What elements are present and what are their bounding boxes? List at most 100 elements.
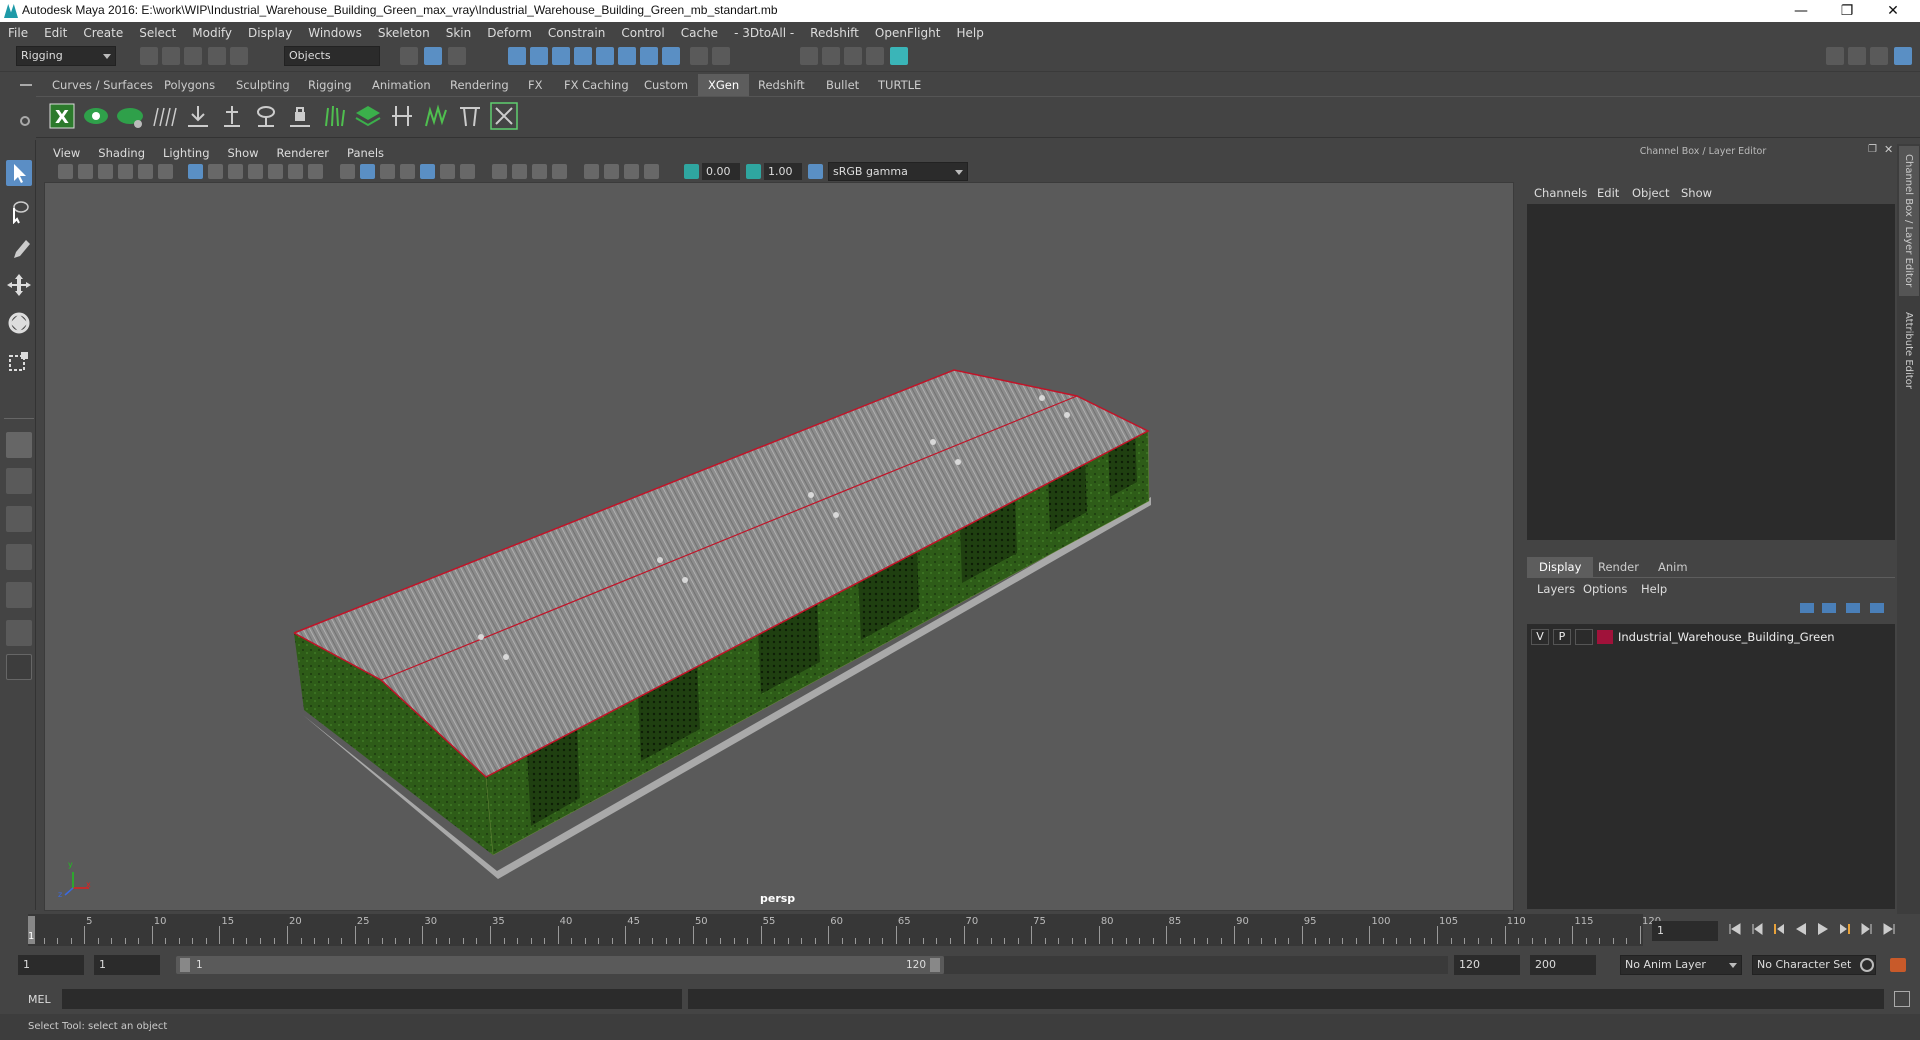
go-to-end-icon[interactable]: [1882, 922, 1896, 936]
gamma-field[interactable]: 1.00: [764, 163, 802, 180]
wireframe-icon[interactable]: [340, 164, 355, 179]
select-hierarchy-icon[interactable]: [400, 47, 418, 65]
symmetry-icon[interactable]: [640, 47, 658, 65]
viewport-menu-view[interactable]: View: [44, 144, 89, 162]
step-back-key-icon[interactable]: [1772, 922, 1786, 936]
grease-pencil-icon[interactable]: [158, 164, 173, 179]
modeling-toolkit-icon[interactable]: [1826, 47, 1844, 65]
menu-skeleton[interactable]: Skeleton: [370, 22, 438, 44]
snap-surface-icon[interactable]: [596, 47, 614, 65]
play-backwards-icon[interactable]: [1794, 922, 1808, 936]
shelf-tab-rendering[interactable]: Rendering: [440, 74, 519, 96]
menu-skin[interactable]: Skin: [438, 22, 480, 44]
minimize-button[interactable]: —: [1778, 0, 1824, 22]
menu-help[interactable]: Help: [948, 22, 991, 44]
lasso-tool-icon[interactable]: [6, 198, 32, 225]
menu-deform[interactable]: Deform: [479, 22, 540, 44]
selection-mode-select[interactable]: Objects: [284, 46, 380, 66]
menu-control[interactable]: Control: [613, 22, 672, 44]
safe-title-icon[interactable]: [308, 164, 323, 179]
channel-list[interactable]: [1527, 204, 1895, 540]
move-tool-icon[interactable]: [6, 272, 32, 298]
rotate-tool-icon[interactable]: [6, 310, 32, 336]
shelf-tab-fx-caching[interactable]: FX Caching: [554, 74, 639, 96]
shelf-tab-curves-surfaces[interactable]: Curves / Surfaces: [42, 74, 163, 96]
snap-grid-icon[interactable]: [508, 47, 526, 65]
exposure-icon[interactable]: [684, 164, 699, 179]
xgen-layers-icon[interactable]: [354, 102, 382, 130]
gamma-icon[interactable]: [746, 164, 761, 179]
shelf-tab-redshift[interactable]: Redshift: [748, 74, 815, 96]
wireframe-on-shaded-icon[interactable]: [380, 164, 395, 179]
xgen-cut-guide-icon[interactable]: [388, 102, 416, 130]
move-layer-up-icon[interactable]: [1800, 603, 1814, 613]
shelf-tab-bullet[interactable]: Bullet: [816, 74, 869, 96]
undo-icon[interactable]: [208, 47, 226, 65]
snap-live-icon[interactable]: [618, 47, 636, 65]
menu-file[interactable]: File: [0, 22, 36, 44]
resolution-gate-icon[interactable]: [228, 164, 243, 179]
play-forwards-icon[interactable]: [1816, 922, 1830, 936]
render-view-icon[interactable]: [800, 47, 818, 65]
screen-space-ao-icon[interactable]: [460, 164, 475, 179]
shelf-tab-fx[interactable]: FX: [518, 74, 553, 96]
xray-icon[interactable]: [584, 164, 599, 179]
menu-3dtoall[interactable]: - 3DtoAll -: [726, 22, 802, 44]
layer-visibility-toggle[interactable]: V: [1531, 629, 1549, 645]
ipr-render-icon[interactable]: [844, 47, 862, 65]
open-scene-icon[interactable]: [162, 47, 180, 65]
step-forward-frame-icon[interactable]: [1860, 922, 1874, 936]
playback-start-field[interactable]: 1: [94, 955, 160, 975]
xgen-guide-visibility-icon[interactable]: [252, 102, 280, 130]
film-gate-icon[interactable]: [208, 164, 223, 179]
menu-windows[interactable]: Windows: [300, 22, 370, 44]
select-component-icon[interactable]: [448, 47, 466, 65]
safe-action-icon[interactable]: [288, 164, 303, 179]
textured-icon[interactable]: [400, 164, 415, 179]
layer-row[interactable]: V P Industrial_Warehouse_Building_Green: [1531, 627, 1891, 647]
animation-preferences-icon[interactable]: [1890, 958, 1906, 972]
snap-view-icon[interactable]: [574, 47, 592, 65]
tab-display[interactable]: Display: [1527, 557, 1594, 577]
xgen-guide-length-icon[interactable]: [218, 102, 246, 130]
close-panel-icon[interactable]: ✕: [1884, 143, 1893, 156]
animation-end-field[interactable]: 200: [1530, 955, 1596, 975]
layer-menu-options[interactable]: Options: [1583, 582, 1627, 596]
persp-graph-layout-icon[interactable]: [6, 544, 32, 570]
soft-select-icon[interactable]: [662, 47, 680, 65]
viewport-menu-panels[interactable]: Panels: [338, 144, 393, 162]
history-icon[interactable]: [712, 47, 730, 65]
new-scene-icon[interactable]: [140, 47, 158, 65]
snap-point-icon[interactable]: [552, 47, 570, 65]
menu-modify[interactable]: Modify: [184, 22, 240, 44]
viewport-menu-show[interactable]: Show: [219, 144, 268, 162]
layer-playback-toggle[interactable]: P: [1553, 629, 1571, 645]
render-settings-icon[interactable]: [866, 47, 884, 65]
scale-tool-icon[interactable]: [6, 348, 32, 374]
xgen-lock-guide-icon[interactable]: [286, 102, 314, 130]
go-to-start-icon[interactable]: [1728, 922, 1742, 936]
menu-set-select[interactable]: Rigging: [16, 46, 116, 66]
menu-select[interactable]: Select: [131, 22, 184, 44]
menu-create[interactable]: Create: [75, 22, 131, 44]
range-end-handle[interactable]: [930, 958, 940, 972]
gate-mask-icon[interactable]: [248, 164, 263, 179]
xgen-create-description-icon[interactable]: [116, 102, 144, 130]
motion-blur-icon[interactable]: [492, 164, 507, 179]
shelf-settings-icon[interactable]: [20, 116, 30, 126]
shelf-tab-xgen[interactable]: XGen: [698, 74, 750, 96]
xgen-grass-icon[interactable]: [320, 102, 348, 130]
shelf-tab-turtle[interactable]: TURTLE: [868, 74, 931, 96]
xgen-preview-icon[interactable]: [82, 102, 110, 130]
shadows-icon[interactable]: [440, 164, 455, 179]
tab-render[interactable]: Render: [1586, 557, 1651, 577]
smooth-shade-icon[interactable]: [360, 164, 375, 179]
hypershade-icon[interactable]: [890, 47, 908, 65]
new-layer-from-selection-icon[interactable]: [1870, 603, 1884, 613]
2d-pan-zoom-icon[interactable]: [138, 164, 153, 179]
shelf-menu-icon[interactable]: [20, 84, 32, 86]
character-set-select[interactable]: No Character Set: [1752, 955, 1876, 975]
float-panel-icon[interactable]: ❐: [1868, 144, 1877, 155]
hud-icon[interactable]: [644, 164, 659, 179]
shelf-tab-custom[interactable]: Custom: [634, 74, 698, 96]
